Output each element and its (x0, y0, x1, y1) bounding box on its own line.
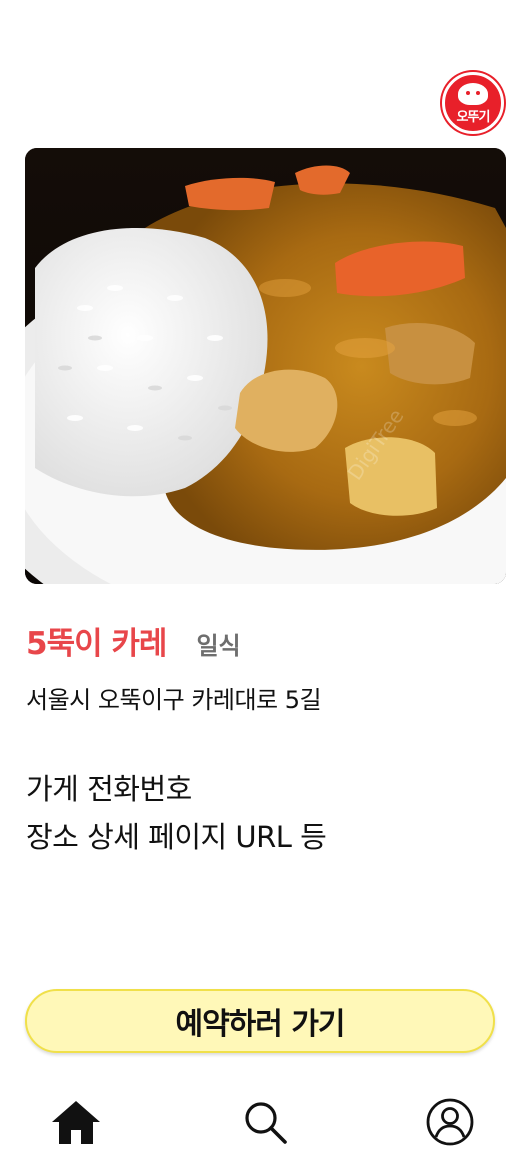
store-phone-text: 가게 전화번호 (26, 772, 192, 806)
store-address: 서울시 오뚝이구 카레대로 5길 (26, 686, 322, 714)
store-detail-url-text: 장소 상세 페이지 URL 등 (26, 820, 327, 854)
search-icon (245, 1102, 287, 1144)
mascot-face-icon (458, 83, 488, 105)
store-photo: DigiTree (25, 148, 506, 584)
store-category: 일식 (196, 632, 241, 660)
bottom-nav (0, 1090, 530, 1152)
nav-search[interactable] (235, 1096, 295, 1148)
store-title-row: 5뚝이 카레 일식 (26, 618, 241, 663)
nav-profile[interactable] (420, 1096, 480, 1148)
brand-logo: 오뚜기 (442, 72, 504, 134)
store-name: 5뚝이 카레 (26, 626, 167, 662)
curry-rice-image: DigiTree (25, 148, 506, 584)
brand-logo-text: 오뚜기 (454, 106, 492, 125)
nav-home[interactable] (46, 1096, 106, 1148)
home-icon (52, 1101, 100, 1144)
profile-icon (426, 1098, 474, 1146)
reserve-button[interactable]: 예약하러 가기 (25, 989, 495, 1053)
